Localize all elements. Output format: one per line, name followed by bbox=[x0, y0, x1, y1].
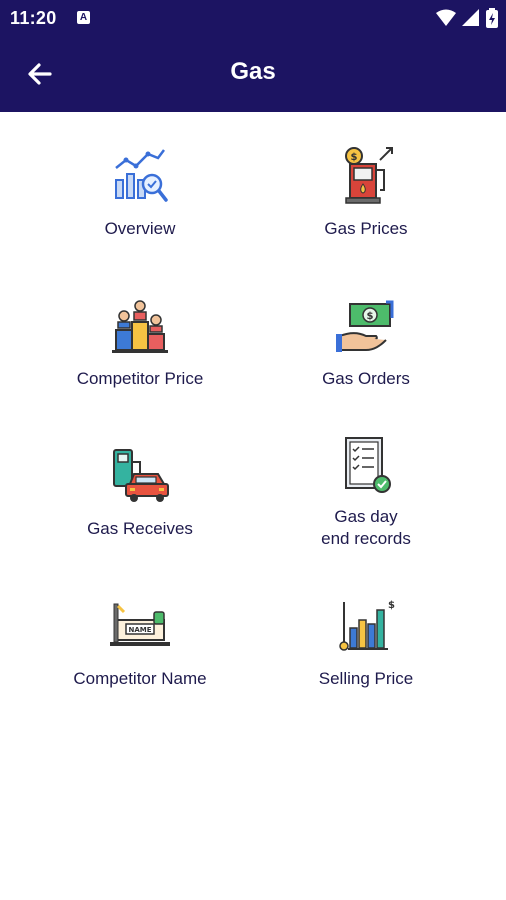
car-fuel-pump-icon bbox=[113, 449, 169, 502]
tile-label-line2: end records bbox=[321, 529, 411, 548]
checklist-document-icon bbox=[345, 437, 391, 493]
tile-gas-day-end-records[interactable]: Gas day end records bbox=[256, 436, 476, 556]
signal-icon bbox=[462, 9, 479, 26]
tile-label: Overview bbox=[104, 219, 176, 238]
tile-label-line1: Gas day bbox=[334, 507, 398, 526]
price-bar-chart-icon: $ bbox=[339, 600, 395, 651]
tile-gas-receives[interactable]: Gas Receives bbox=[30, 446, 250, 566]
tile-competitor-price[interactable]: Competitor Price bbox=[30, 296, 250, 416]
notification-icon: A bbox=[77, 11, 90, 24]
tile-gas-prices[interactable]: $ Gas Prices bbox=[256, 146, 476, 266]
status-icons bbox=[436, 8, 498, 28]
status-bar: 11:20 A bbox=[0, 0, 506, 36]
tile-overview[interactable]: Overview bbox=[30, 146, 250, 266]
tile-gas-orders[interactable]: $ Gas Orders bbox=[256, 296, 476, 416]
wifi-icon bbox=[436, 9, 456, 26]
status-time: 11:20 bbox=[10, 8, 57, 28]
app-bar: Gas bbox=[0, 36, 506, 112]
tile-label: Gas Orders bbox=[322, 369, 410, 388]
tile-label: Gas Prices bbox=[324, 219, 408, 238]
battery-icon bbox=[486, 8, 498, 28]
analytics-chart-icon bbox=[115, 149, 168, 202]
podium-competitors-icon bbox=[112, 300, 168, 353]
svg-text:$: $ bbox=[367, 311, 374, 322]
tile-label: Competitor Price bbox=[76, 369, 204, 388]
money-hand-icon: $ bbox=[336, 300, 394, 352]
name-plate-icon: NAME bbox=[110, 603, 170, 646]
page-title: Gas bbox=[230, 58, 276, 85]
svg-text:$: $ bbox=[351, 152, 358, 163]
tile-selling-price[interactable]: $ Selling Price bbox=[256, 596, 476, 716]
svg-text:NAME: NAME bbox=[128, 626, 151, 634]
tile-label: Competitor Name bbox=[73, 669, 207, 688]
tile-competitor-name[interactable]: NAME Competitor Name bbox=[30, 596, 250, 716]
gas-pump-price-icon: $ bbox=[345, 147, 393, 204]
svg-text:$: $ bbox=[388, 600, 395, 611]
tile-label: Gas Receives bbox=[87, 519, 193, 538]
tile-label: Selling Price bbox=[318, 669, 414, 688]
